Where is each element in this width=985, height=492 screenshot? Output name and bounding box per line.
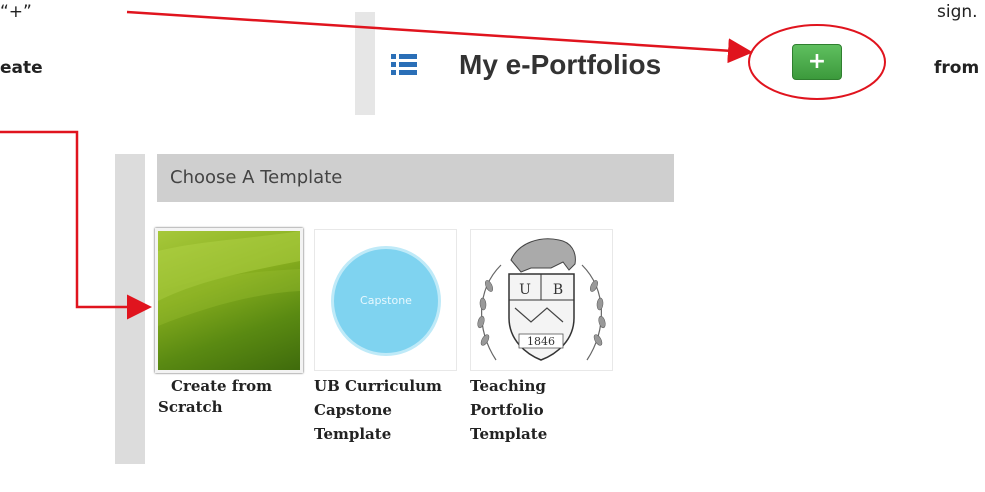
chooser-title: Choose A Template bbox=[170, 167, 343, 188]
chooser-side-strip bbox=[115, 154, 145, 464]
chooser-header: Choose A Template bbox=[157, 154, 674, 202]
tile-label: Template bbox=[314, 425, 392, 443]
tile-label: UB Curriculum bbox=[314, 377, 442, 395]
plus-icon: + bbox=[807, 49, 827, 74]
tile-label: Scratch bbox=[158, 398, 223, 416]
university-seal-icon: U B 1846 bbox=[477, 238, 606, 361]
template-ub-curriculum-capstone[interactable]: Capstone UB Curriculum Capstone Template bbox=[314, 229, 464, 449]
tile-label: Portfolio bbox=[470, 401, 544, 419]
seal-thumbnail: U B 1846 bbox=[470, 229, 613, 371]
svg-text:U: U bbox=[519, 282, 531, 298]
capstone-thumb-text: Capstone bbox=[360, 294, 412, 307]
template-teaching-portfolio[interactable]: U B 1846 Teaching Portfolio Template bbox=[470, 229, 620, 449]
tile-label: Capstone bbox=[314, 401, 392, 419]
tile-label: Teaching bbox=[470, 377, 546, 395]
doc-plus-quote-text: “+” bbox=[0, 2, 32, 22]
template-create-from-scratch[interactable]: Create from Scratch bbox=[155, 228, 305, 448]
header-side-strip bbox=[355, 12, 375, 115]
list-icon bbox=[391, 54, 417, 76]
capstone-circle-icon: Capstone bbox=[331, 246, 441, 356]
tile-label: Create from bbox=[171, 377, 273, 395]
scratch-thumbnail bbox=[155, 228, 303, 373]
seal-year-text: 1846 bbox=[527, 335, 555, 348]
page-title: My e-Portfolios bbox=[459, 49, 662, 80]
add-portfolio-button[interactable]: + bbox=[792, 44, 842, 80]
doc-create-text: eate bbox=[0, 58, 43, 78]
capstone-thumbnail: Capstone bbox=[314, 229, 457, 371]
svg-text:B: B bbox=[553, 282, 563, 298]
doc-sign-text: sign. bbox=[937, 2, 978, 22]
tile-label: Template bbox=[470, 425, 548, 443]
portfolio-header: My e-Portfolios bbox=[375, 46, 735, 94]
doc-from-text: from bbox=[934, 58, 980, 78]
